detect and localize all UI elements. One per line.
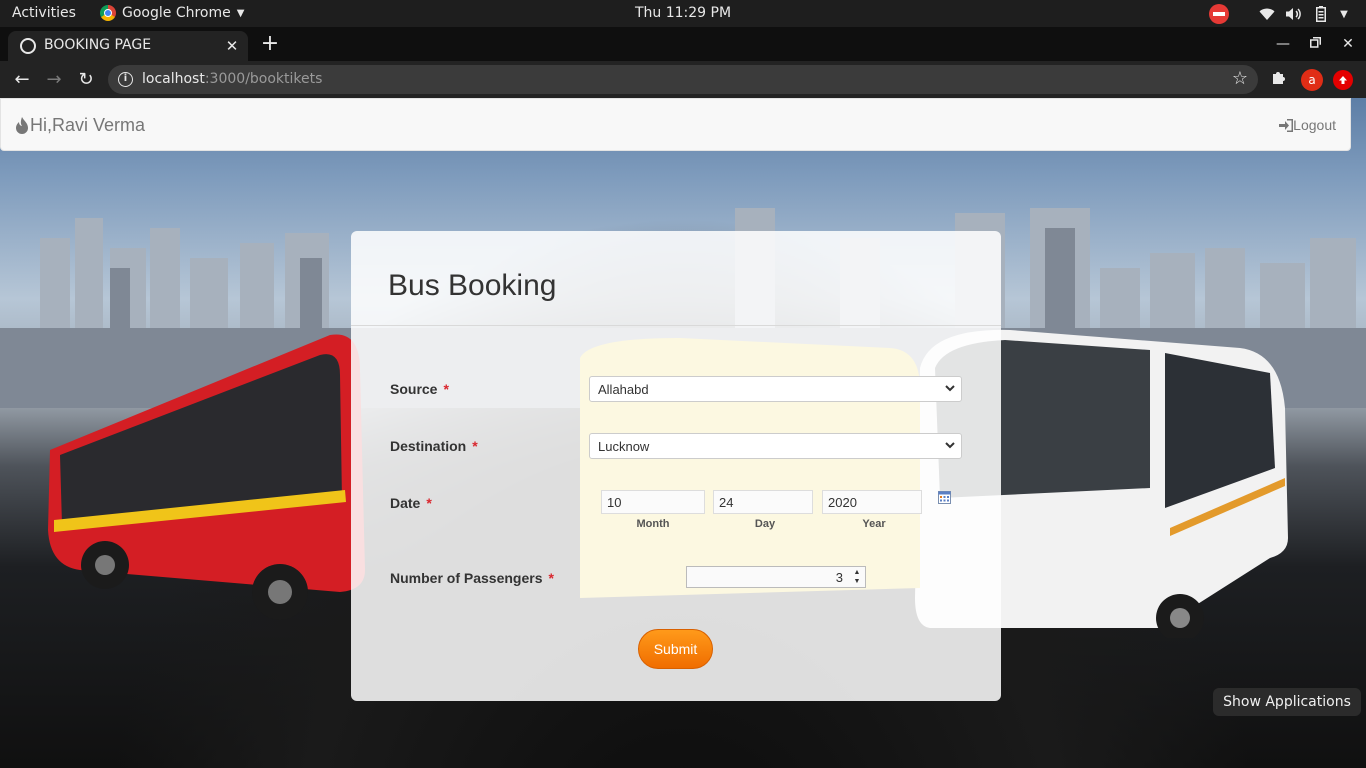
- address-bar[interactable]: i localhost:3000/booktikets ☆: [108, 65, 1258, 94]
- flame-icon: [16, 117, 28, 134]
- required-asterisk: *: [426, 495, 432, 511]
- destination-label: Destination *: [390, 438, 478, 454]
- year-caption: Year: [862, 518, 886, 530]
- booking-page: Hi,Ravi Verma Logout Bus Booking Source *…: [0, 98, 1366, 768]
- number-spinner[interactable]: ▲ ▼: [851, 568, 863, 586]
- close-tab-icon[interactable]: ✕: [222, 36, 242, 56]
- close-window-icon[interactable]: ✕: [1337, 34, 1359, 54]
- bookmark-star-icon[interactable]: ☆: [1232, 68, 1248, 89]
- do-not-disturb-icon[interactable]: [1208, 3, 1230, 25]
- day-input[interactable]: 24: [713, 490, 813, 514]
- required-asterisk: *: [443, 381, 449, 397]
- chevron-down-icon: [945, 442, 955, 449]
- browser-toolbar: ← → ↻ i localhost:3000/booktikets ☆ a: [0, 61, 1366, 98]
- reload-icon[interactable]: ↻: [73, 67, 99, 93]
- tab-strip: BOOKING PAGE ✕ + — ✕: [0, 27, 1366, 61]
- volume-icon[interactable]: [1284, 3, 1304, 25]
- day-caption: Day: [754, 518, 776, 530]
- activities-button[interactable]: Activities: [12, 5, 76, 21]
- chevron-down-icon: [945, 385, 955, 392]
- extension-arrow-icon[interactable]: [1333, 70, 1353, 90]
- month-input[interactable]: 10: [601, 490, 705, 514]
- extension-avatar-a[interactable]: a: [1301, 69, 1323, 91]
- browser-tab[interactable]: BOOKING PAGE ✕: [8, 31, 248, 61]
- year-input[interactable]: 2020: [822, 490, 922, 514]
- passengers-number-input[interactable]: 3 ▲ ▼: [686, 566, 866, 588]
- site-info-icon[interactable]: i: [118, 72, 133, 87]
- sign-in-icon: [1279, 119, 1294, 132]
- chrome-icon: [100, 5, 116, 21]
- app-menu[interactable]: Google Chrome ▼: [100, 5, 244, 21]
- required-asterisk: *: [548, 570, 554, 586]
- submit-button[interactable]: Submit: [638, 629, 713, 669]
- app-navbar: Hi,Ravi Verma Logout: [0, 98, 1351, 151]
- source-selected-value: Allahabd: [598, 382, 649, 397]
- show-applications-tooltip: Show Applications: [1213, 688, 1361, 716]
- logout-link[interactable]: Logout: [1279, 117, 1336, 133]
- back-arrow-icon[interactable]: ←: [9, 67, 35, 93]
- system-top-bar: Activities Google Chrome ▼ Thu 11:29 PM …: [0, 0, 1366, 27]
- system-menu-arrow-icon[interactable]: ▼: [1336, 3, 1352, 25]
- form-title: Bus Booking: [388, 269, 557, 302]
- clock[interactable]: Thu 11:29 PM: [635, 5, 731, 21]
- booking-form-card: Bus Booking Source * Allahabd Destination…: [351, 231, 1001, 701]
- required-asterisk: *: [472, 438, 478, 454]
- month-caption: Month: [636, 518, 670, 530]
- passengers-value: 3: [835, 570, 843, 585]
- forward-arrow-icon[interactable]: →: [41, 67, 67, 93]
- logout-label: Logout: [1293, 117, 1336, 133]
- extensions-puzzle-icon[interactable]: [1268, 69, 1290, 91]
- destination-select[interactable]: Lucknow: [589, 433, 962, 459]
- greeting-text: Hi,Ravi Verma: [30, 115, 146, 135]
- battery-icon[interactable]: [1312, 3, 1330, 25]
- title-divider: [351, 325, 1001, 326]
- app-menu-label: Google Chrome: [122, 5, 231, 21]
- destination-selected-value: Lucknow: [598, 439, 650, 454]
- minimize-window-icon[interactable]: —: [1272, 34, 1294, 54]
- user-greeting[interactable]: Hi,Ravi Verma: [16, 115, 145, 136]
- source-select[interactable]: Allahabd: [589, 376, 962, 402]
- tab-title: BOOKING PAGE: [44, 37, 152, 53]
- calendar-icon[interactable]: [938, 491, 951, 504]
- url-text: localhost:3000/booktikets: [142, 71, 323, 87]
- red-bus-image: [48, 334, 365, 620]
- passengers-label: Number of Passengers *: [390, 570, 554, 586]
- new-tab-button[interactable]: +: [258, 33, 282, 57]
- date-label: Date *: [390, 495, 432, 511]
- source-label: Source *: [390, 381, 449, 397]
- caret-down-icon: ▼: [236, 7, 245, 19]
- globe-icon: [20, 38, 36, 54]
- wifi-icon[interactable]: [1257, 3, 1277, 25]
- restore-window-icon[interactable]: [1304, 34, 1326, 54]
